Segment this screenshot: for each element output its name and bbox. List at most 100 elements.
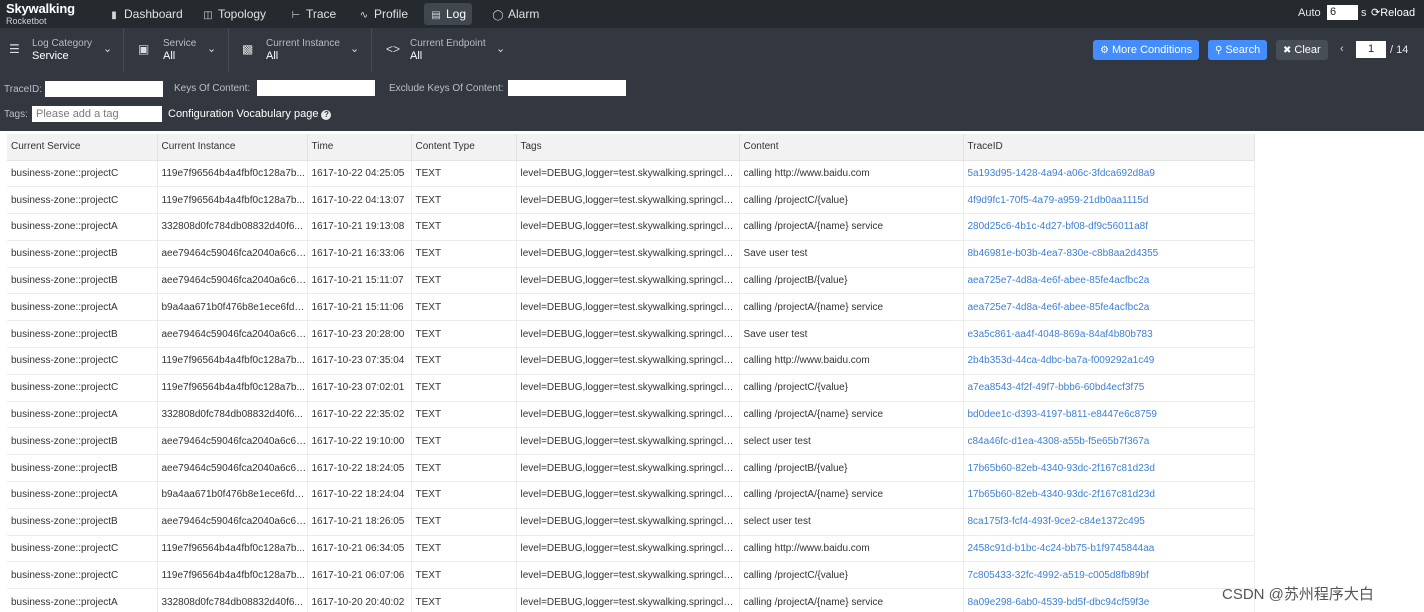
brand-title: Skywalking bbox=[6, 1, 75, 16]
cell-time: 1617-10-22 18:24:05 bbox=[307, 454, 412, 483]
cell-time: 1617-10-21 18:26:05 bbox=[307, 508, 412, 536]
select-label: Current Endpoint bbox=[410, 38, 486, 49]
trace-icon: ⊢ bbox=[291, 10, 301, 21]
reload-button[interactable]: ⟳Reload bbox=[1371, 6, 1415, 19]
cell-trace-id[interactable]: 7c805433-32fc-4992-a519-c005d8fb89bf bbox=[963, 561, 1255, 590]
column-header-trace-id[interactable]: TraceID bbox=[963, 134, 1255, 161]
cell-trace-id[interactable]: bd0dee1c-d393-4197-b811-e8447e6c8759 bbox=[963, 401, 1255, 429]
table-row[interactable]: business-zone::projectC 119e7f96564b4a4fb… bbox=[7, 347, 1255, 375]
cell-time: 1617-10-22 22:35:02 bbox=[307, 401, 412, 429]
column-header-instance[interactable]: Current Instance bbox=[157, 134, 308, 161]
tags-input[interactable] bbox=[32, 106, 162, 122]
clear-button[interactable]: ✖ Clear bbox=[1276, 40, 1328, 60]
table-row[interactable]: business-zone::projectA 332808d0fc784db08… bbox=[7, 401, 1255, 429]
cell-instance: aee79464c59046fca2040a6c68... bbox=[157, 508, 308, 536]
search-button[interactable]: ⚲ Search bbox=[1208, 40, 1268, 60]
select-label: Log Category bbox=[32, 38, 93, 49]
exclude-keys-input[interactable] bbox=[508, 80, 626, 96]
table-row[interactable]: business-zone::projectB aee79464c59046fca… bbox=[7, 320, 1255, 349]
cell-trace-id[interactable]: 8a09e298-6ab0-4539-bd5f-dbc94cf59f3e bbox=[963, 588, 1255, 612]
table-row[interactable]: business-zone::projectA b9a4aa671b0f476b8… bbox=[7, 293, 1255, 322]
keys-of-content-input[interactable] bbox=[257, 80, 375, 96]
column-header-tags[interactable]: Tags bbox=[516, 134, 740, 161]
nav-label: Profile bbox=[374, 7, 409, 21]
cell-trace-id[interactable]: aea725e7-4d8a-4e6f-abee-85fe4acfbc2a bbox=[963, 267, 1255, 295]
cell-trace-id[interactable]: 4f9d9fc1-70f5-4a79-a959-21db0aa1115d bbox=[963, 186, 1255, 215]
chevron-down-icon: ⌄ bbox=[350, 43, 360, 55]
button-label: Clear bbox=[1294, 44, 1321, 56]
nav-log[interactable]: ▤ Log bbox=[424, 3, 473, 25]
cell-trace-id[interactable]: e3a5c861-aa4f-4048-869a-84af4b80b783 bbox=[963, 320, 1255, 349]
traceid-label: TraceID: bbox=[4, 84, 42, 95]
cell-trace-id[interactable]: aea725e7-4d8a-4e6f-abee-85fe4acfbc2a bbox=[963, 293, 1255, 322]
table-row[interactable]: business-zone::projectA b9a4aa671b0f476b8… bbox=[7, 481, 1255, 509]
table-row[interactable]: business-zone::projectC 119e7f96564b4a4fb… bbox=[7, 160, 1255, 188]
table-row[interactable]: business-zone::projectB aee79464c59046fca… bbox=[7, 454, 1255, 483]
cell-content: calling /projectC/{value} bbox=[739, 186, 964, 215]
column-header-content[interactable]: Content bbox=[739, 134, 964, 161]
cell-tags: level=DEBUG,logger=test.skywalking.sprin… bbox=[516, 160, 740, 188]
nav-topology[interactable]: ◫ Topology bbox=[196, 3, 272, 25]
brand-logo[interactable]: Skywalking Rocketbot bbox=[6, 2, 75, 26]
instance-icon: ▩ bbox=[242, 42, 254, 56]
table-row[interactable]: business-zone::projectC 119e7f96564b4a4fb… bbox=[7, 561, 1255, 590]
reload-icon: ⟳ bbox=[1371, 7, 1381, 19]
bar-chart-icon: ▮ bbox=[111, 10, 117, 21]
cell-trace-id[interactable]: 5a193d95-1428-4a94-a06c-3fdca692d8a9 bbox=[963, 160, 1255, 188]
cell-tags: level=DEBUG,logger=test.skywalking.sprin… bbox=[516, 481, 740, 509]
cell-instance: 119e7f96564b4a4fbf0c128a7b... bbox=[157, 561, 308, 590]
cell-service: business-zone::projectC bbox=[7, 347, 158, 375]
table-row[interactable]: business-zone::projectA 332808d0fc784db08… bbox=[7, 213, 1255, 241]
cell-time: 1617-10-20 20:40:02 bbox=[307, 588, 412, 612]
table-row[interactable]: business-zone::projectA 332808d0fc784db08… bbox=[7, 588, 1255, 612]
cell-trace-id[interactable]: 8b46981e-b03b-4ea7-830e-c8b8aa2d4355 bbox=[963, 240, 1255, 268]
auto-refresh-interval-input[interactable] bbox=[1327, 5, 1358, 20]
page-number-input[interactable] bbox=[1356, 41, 1386, 58]
more-conditions-button[interactable]: ⚙ More Conditions bbox=[1093, 40, 1200, 60]
cell-content-type: TEXT bbox=[411, 186, 517, 215]
current-instance-select[interactable]: ▩ Current Instance All ⌄ bbox=[229, 28, 372, 72]
cell-trace-id[interactable]: 8ca175f3-fcf4-493f-9ce2-c84e1372c495 bbox=[963, 508, 1255, 536]
prev-page-icon[interactable]: ‹ bbox=[1340, 43, 1344, 55]
nav-profile[interactable]: ∿ Profile bbox=[352, 3, 414, 25]
cell-content-type: TEXT bbox=[411, 454, 517, 483]
cell-service: business-zone::projectC bbox=[7, 374, 158, 402]
table-row[interactable]: business-zone::projectB aee79464c59046fca… bbox=[7, 240, 1255, 268]
watermark: CSDN @苏州程序大白 bbox=[1222, 586, 1374, 603]
column-header-service[interactable]: Current Service bbox=[7, 134, 158, 161]
cell-trace-id[interactable]: 2b4b353d-44ca-4dbc-ba7a-f009292a1c49 bbox=[963, 347, 1255, 375]
alarm-icon: ◯ bbox=[492, 10, 504, 21]
cell-instance: aee79464c59046fca2040a6c68... bbox=[157, 320, 308, 349]
chevron-down-icon: ⌄ bbox=[496, 43, 506, 55]
cell-trace-id[interactable]: 17b65b60-82eb-4340-93dc-2f167c81d23d bbox=[963, 481, 1255, 509]
table-row[interactable]: business-zone::projectB aee79464c59046fca… bbox=[7, 508, 1255, 536]
nav-alarm[interactable]: ◯ Alarm bbox=[486, 3, 545, 25]
cell-tags: level=DEBUG,logger=test.skywalking.sprin… bbox=[516, 186, 740, 215]
service-select[interactable]: ▣ Service All ⌄ bbox=[124, 28, 229, 72]
table-row[interactable]: business-zone::projectB aee79464c59046fca… bbox=[7, 427, 1255, 456]
current-endpoint-select[interactable]: <> Current Endpoint All ⌄ bbox=[372, 28, 518, 72]
table-row[interactable]: business-zone::projectC 119e7f96564b4a4fb… bbox=[7, 374, 1255, 402]
cell-time: 1617-10-21 15:11:06 bbox=[307, 293, 412, 322]
cell-trace-id[interactable]: 280d25c6-4b1c-4d27-bf08-df9c56011a8f bbox=[963, 213, 1255, 241]
configuration-vocabulary-link[interactable]: Configuration Vocabulary page? bbox=[168, 108, 332, 120]
table-row[interactable]: business-zone::projectC 119e7f96564b4a4fb… bbox=[7, 535, 1255, 563]
log-category-select[interactable]: ☰ Log Category Service ⌄ bbox=[0, 28, 124, 72]
traceid-input[interactable] bbox=[45, 81, 163, 97]
cell-trace-id[interactable]: a7ea8543-4f2f-49f7-bbb6-60bd4ecf3f75 bbox=[963, 374, 1255, 402]
cell-content: calling /projectA/{name} service bbox=[739, 213, 964, 241]
nav-trace[interactable]: ⊢ Trace bbox=[284, 3, 342, 25]
table-row[interactable]: business-zone::projectB aee79464c59046fca… bbox=[7, 267, 1255, 295]
cell-tags: level=DEBUG,logger=test.skywalking.sprin… bbox=[516, 320, 740, 349]
cell-trace-id[interactable]: c84a46fc-d1ea-4308-a55b-f5e65b7f367a bbox=[963, 427, 1255, 456]
cell-tags: level=DEBUG,logger=test.skywalking.sprin… bbox=[516, 508, 740, 536]
cell-trace-id[interactable]: 17b65b60-82eb-4340-93dc-2f167c81d23d bbox=[963, 454, 1255, 483]
cell-instance: aee79464c59046fca2040a6c68... bbox=[157, 427, 308, 456]
cell-service: business-zone::projectB bbox=[7, 508, 158, 536]
column-header-time[interactable]: Time bbox=[307, 134, 412, 161]
endpoint-icon: <> bbox=[386, 42, 401, 56]
column-header-content-type[interactable]: Content Type bbox=[411, 134, 517, 161]
cell-trace-id[interactable]: 2458c91d-b1bc-4c24-bb75-b1f9745844aa bbox=[963, 535, 1255, 563]
table-row[interactable]: business-zone::projectC 119e7f96564b4a4fb… bbox=[7, 186, 1255, 215]
nav-dashboard[interactable]: ▮ Dashboard bbox=[102, 3, 189, 25]
